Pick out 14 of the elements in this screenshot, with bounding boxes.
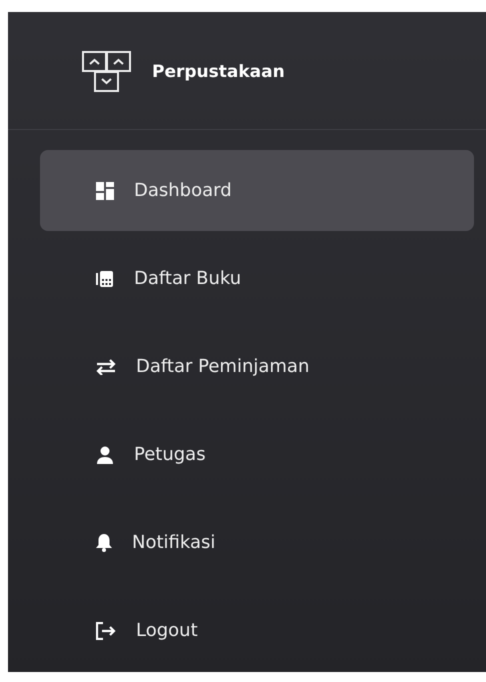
menu-item[interactable]: Daftar Buku — [40, 238, 474, 319]
menu-item[interactable]: Dashboard — [40, 150, 474, 231]
calculator-icon — [96, 270, 114, 288]
menu-item[interactable]: Daftar Peminjaman — [40, 326, 474, 407]
swap-arrows-icon — [96, 358, 116, 374]
person-icon — [96, 446, 114, 464]
dashboard-icon — [96, 182, 114, 200]
bell-icon — [96, 533, 112, 552]
menu-item[interactable]: Notifikasi — [40, 502, 474, 583]
logo-icon — [82, 51, 132, 93]
logout-icon — [96, 622, 116, 640]
menu-item[interactable]: Petugas — [40, 414, 474, 495]
brand-title: Perpustakaan — [152, 62, 285, 82]
menu-item[interactable]: Logout — [40, 590, 474, 671]
